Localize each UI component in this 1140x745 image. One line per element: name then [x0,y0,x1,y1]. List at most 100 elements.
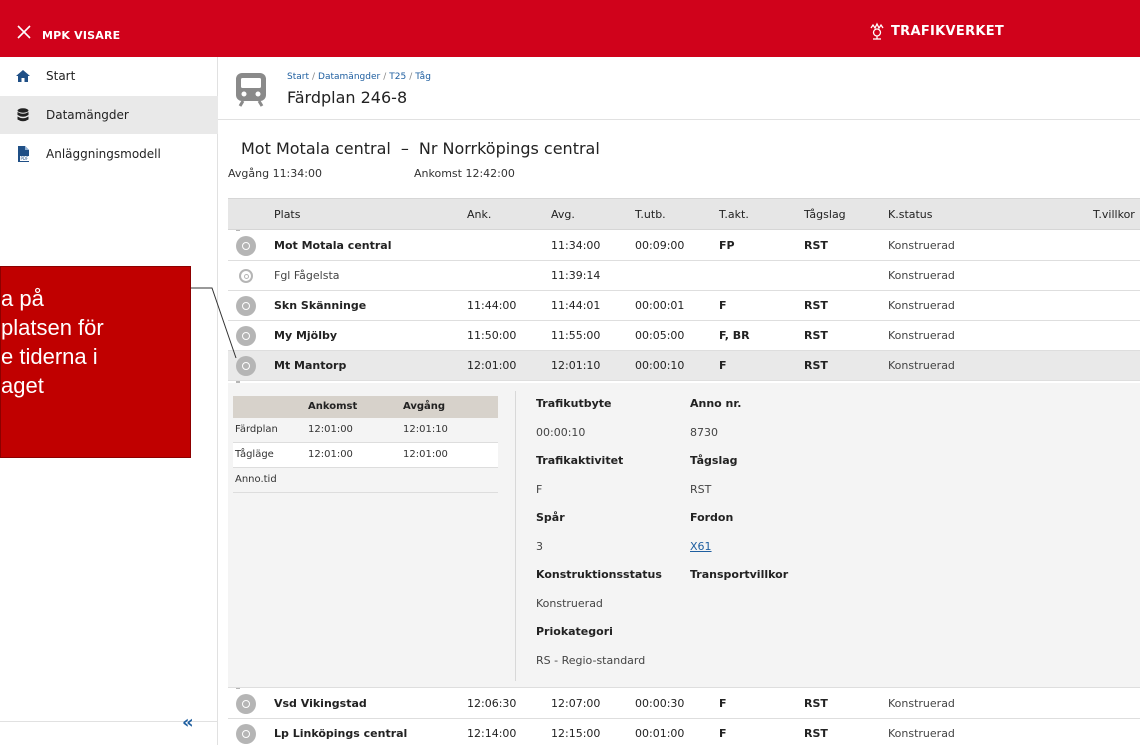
table-row[interactable]: Lp Linköpings central 12:14:00 12:15:00 … [228,719,1140,745]
cell-plats: Mt Mantorp [274,359,347,372]
cell-tutb: 00:00:01 [635,299,685,312]
subtable-avgang: 12:01:00 [403,449,448,460]
trafikutbyte-label: Trafikutbyte [536,397,612,410]
page-header: Start / Datamängder / T25/Tåg Färdplan 246-8 [218,57,1140,120]
collapse-sidebar-button[interactable]: « [182,712,194,733]
column-header-tvillkor[interactable]: T.villkor [1093,208,1135,221]
column-header-tagslag[interactable]: Tågslag [804,208,846,221]
annotation-callout: a på platsen för e tiderna i aget [0,266,191,458]
callout-line: a på [1,286,44,311]
cell-takt: F [719,727,727,740]
main-content: Start / Datamängder / T25/Tåg Färdplan 246-8… [218,57,1140,745]
spar-label: Spår [536,511,565,524]
column-header-avg[interactable]: Avg. [551,208,575,221]
detail-divider [515,391,516,681]
table-row[interactable]: Vsd Vikingstad 12:06:30 12:07:00 00:00:3… [228,689,1140,719]
stop-passing-icon[interactable] [239,269,253,283]
breadcrumb-t25[interactable]: T25 [389,72,406,82]
konstruktionsstatus-label: Konstruktionsstatus [536,568,662,581]
table-row[interactable]: My Mjölby 11:50:00 11:55:00 00:05:00 F, … [228,321,1140,351]
trafikutbyte-value: 00:00:10 [536,426,586,439]
stop-expand-icon[interactable] [236,694,256,714]
subtable-row-label: Tågläge [235,449,274,460]
logo-text: TRAFIKVERKET [891,23,1005,39]
cell-kstatus: Konstruerad [888,239,955,252]
column-header-tutb[interactable]: T.utb. [635,208,666,221]
breadcrumb: Start / Datamängder / T25/Tåg [287,72,431,82]
fordon-label: Fordon [690,511,734,524]
cell-kstatus: Konstruerad [888,697,955,710]
cell-avg: 11:55:00 [551,329,601,342]
cell-takt: F [719,299,727,312]
priokategori-value: RS - Regio-standard [536,654,646,667]
cell-kstatus: Konstruerad [888,299,955,312]
cell-kstatus: Konstruerad [888,359,955,372]
cell-tutb: 00:01:00 [635,727,685,740]
cell-avg: 12:07:00 [551,697,601,710]
cell-ank: 12:06:30 [467,697,517,710]
cell-avg: 12:01:10 [551,359,601,372]
subtable-ankomst: 12:01:00 [308,449,353,460]
callout-line: aget [1,373,44,398]
cell-ank: 12:14:00 [467,727,517,740]
route-arrival: Ankomst 12:42:00 [414,167,515,180]
cell-plats: Vsd Vikingstad [274,697,367,710]
breadcrumb-datamangder[interactable]: Datamängder [318,72,380,82]
trafikverket-logo: TRAFIKVERKET [868,22,1004,40]
route-title: Mot Motala central – Nr Norrköpings centra… [241,139,600,158]
cell-takt: FP [719,239,735,252]
table-row[interactable]: Mot Motala central 11:34:00 00:09:00 FP … [228,231,1140,261]
tagslag-value: RST [690,483,712,496]
cell-kstatus: Konstruerad [888,329,955,342]
cell-tutb: 00:00:10 [635,359,685,372]
time-subtable: Ankomst Avgång Färdplan 12:01:00 12:01:1… [233,396,498,493]
cell-kstatus: Konstruerad [888,727,955,740]
subtable-row: Färdplan 12:01:00 12:01:10 [233,418,498,443]
tagslag-label: Tågslag [690,454,738,467]
column-header-ank[interactable]: Ank. [467,208,491,221]
column-header-takt[interactable]: T.akt. [719,208,749,221]
subtable-row: Tågläge 12:01:00 12:01:00 [233,443,498,468]
column-header-kstatus[interactable]: K.status [888,208,933,221]
route-to: Nr Norrköpings central [418,139,600,158]
subtable-header-ankomst: Ankomst [308,401,358,412]
anno-nr-value: 8730 [690,426,718,439]
cell-tagslag: RST [804,359,828,372]
cell-kstatus: Konstruerad [888,269,955,282]
cell-takt: F [719,697,727,710]
subtable-row-label: Anno.tid [235,474,277,485]
table-header: Plats Ank. Avg. T.utb. T.akt. Tågslag K.… [228,198,1140,230]
cell-plats: Mot Motala central [274,239,392,252]
page-title: Färdplan 246-8 [287,88,408,107]
cell-takt: F [719,359,727,372]
route-dash: – [400,139,409,158]
trafikaktivitet-value: F [536,483,543,496]
subtable-header: Ankomst Avgång [233,396,498,418]
table-row-expanded[interactable]: Mt Mantorp 12:01:00 12:01:10 00:00:10 F … [228,351,1140,381]
cell-avg: 11:39:14 [551,269,601,282]
cell-tagslag: RST [804,727,828,740]
subtable-header-avgang: Avgång [403,401,446,412]
cell-plats: My Mjölby [274,329,338,342]
fordon-link[interactable]: X61 [690,540,712,553]
cell-ank: 12:01:00 [467,359,517,372]
breadcrumb-start[interactable]: Start [287,72,309,82]
cell-tutb: 00:05:00 [635,329,685,342]
spar-value: 3 [536,540,543,553]
cell-avg: 11:44:01 [551,299,601,312]
subtable-row-label: Färdplan [235,424,278,435]
cell-tutb: 00:00:30 [635,697,685,710]
stop-expand-icon[interactable] [236,724,256,744]
table-row[interactable]: Fgl Fågelsta 11:39:14 Konstruerad [228,261,1140,291]
subtable-row: Anno.tid [233,468,498,493]
route-departure: Avgång 11:34:00 [228,167,322,180]
cell-plats: Skn Skänninge [274,299,367,312]
column-header-plats[interactable]: Plats [274,208,300,221]
cell-tutb: 00:09:00 [635,239,685,252]
cell-plats: Fgl Fågelsta [274,269,340,282]
subtable-avgang: 12:01:10 [403,424,448,435]
table-row[interactable]: Skn Skänninge 11:44:00 11:44:01 00:00:01… [228,291,1140,321]
breadcrumb-tag[interactable]: Tåg [415,72,431,82]
callout-line: e tiderna i [1,344,98,369]
crown-icon [870,22,884,40]
